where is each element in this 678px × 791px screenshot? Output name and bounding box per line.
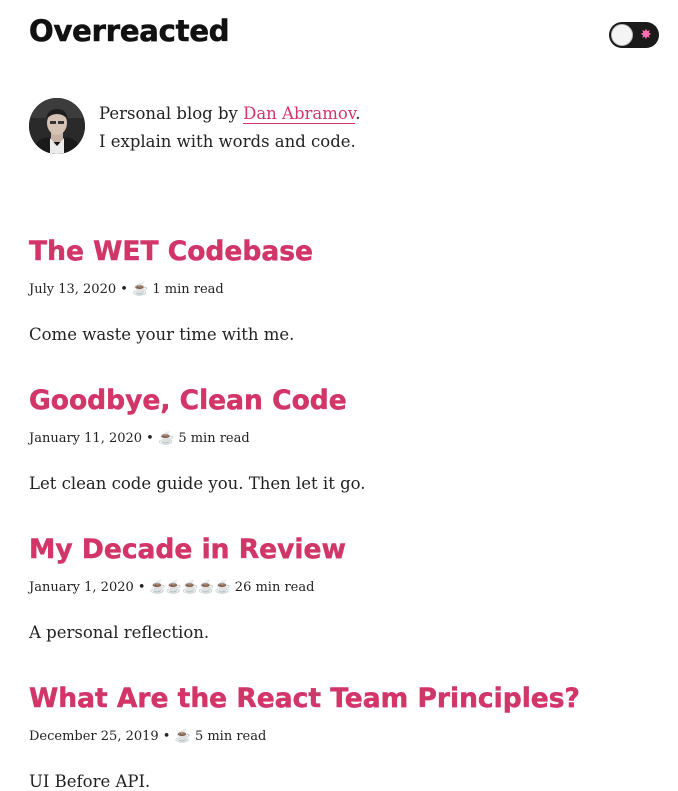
post-meta: December 25, 2019 • ☕ 5 min read: [29, 729, 267, 744]
bio-tagline: I explain with words and code.: [99, 132, 356, 151]
post-title-link[interactable]: My Decade in Review: [29, 530, 346, 570]
post-date: July 13, 2020: [29, 282, 117, 297]
coffee-icon: ☕☕☕☕☕: [149, 580, 231, 595]
site-header: Overreacted ✸: [29, 0, 659, 70]
coffee-icon: ☕: [174, 729, 191, 744]
reading-time: 5 min read: [194, 729, 267, 744]
post-date: January 11, 2020: [29, 431, 143, 446]
reading-time: 5 min read: [178, 431, 250, 446]
reading-time: 26 min read: [234, 580, 315, 595]
reading-time: 1 min read: [152, 282, 224, 297]
post-item: What Are the React Team Principles? Dece…: [29, 679, 659, 791]
post-spoiler: Let clean code guide you. Then let it go…: [29, 473, 366, 493]
coffee-icon: ☕: [157, 431, 175, 446]
post-meta: July 13, 2020 • ☕ 1 min read: [29, 282, 224, 297]
post-title-link[interactable]: Goodbye, Clean Code: [29, 381, 347, 421]
page-container: Overreacted ✸ Personal blog by Dan Abram…: [29, 0, 659, 791]
bio-suffix: .: [355, 104, 361, 123]
bio-line: Personal blog by Dan Abramov.: [99, 100, 360, 128]
bio-prefix: Personal blog by: [99, 104, 244, 123]
post-date: December 25, 2019: [29, 729, 159, 744]
post-title-link[interactable]: The WET Codebase: [29, 232, 313, 272]
post-meta: January 11, 2020 • ☕ 5 min read: [29, 431, 250, 446]
post-item: My Decade in Review January 1, 2020 • ☕☕…: [29, 530, 659, 679]
post-item: The WET Codebase July 13, 2020 • ☕ 1 min…: [29, 232, 659, 381]
author-link[interactable]: Dan Abramov: [243, 104, 356, 124]
theme-toggle[interactable]: ✸: [609, 22, 659, 48]
post-title-link[interactable]: What Are the React Team Principles?: [29, 679, 580, 719]
author-bio: Personal blog by Dan Abramov. I explain …: [29, 98, 659, 156]
post-date: January 1, 2020: [29, 580, 134, 595]
toggle-knob: [611, 24, 633, 46]
avatar: [29, 98, 85, 154]
post-spoiler: UI Before API.: [29, 771, 151, 791]
site-title[interactable]: Overreacted: [29, 14, 230, 49]
sun-icon: ✸: [640, 27, 652, 43]
post-spoiler: A personal reflection.: [29, 622, 210, 642]
post-spoiler: Come waste your time with me.: [29, 324, 295, 344]
post-list: The WET Codebase July 13, 2020 • ☕ 1 min…: [29, 232, 659, 791]
coffee-icon: ☕: [132, 282, 149, 297]
post-meta: January 1, 2020 • ☕☕☕☕☕ 26 min read: [29, 580, 315, 595]
post-item: Goodbye, Clean Code January 11, 2020 • ☕…: [29, 381, 659, 530]
bio-text: Personal blog by Dan Abramov. I explain …: [99, 100, 360, 156]
